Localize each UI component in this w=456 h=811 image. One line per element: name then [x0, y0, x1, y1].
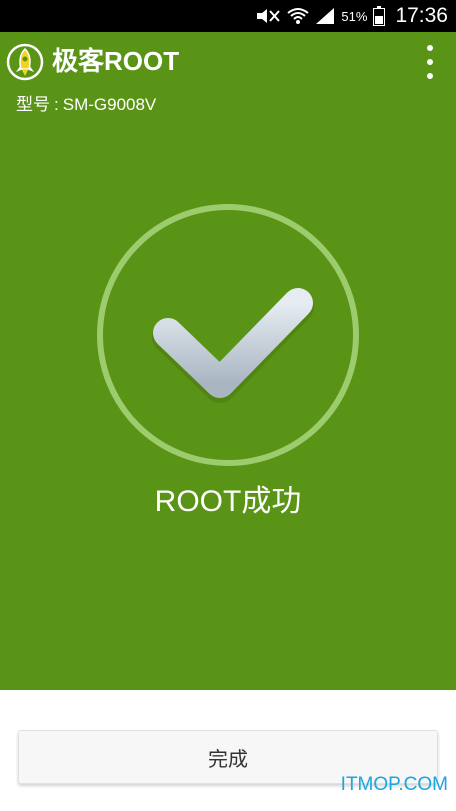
mute-icon [255, 7, 281, 25]
model-label: 型号 [16, 95, 50, 114]
battery-icon [373, 6, 386, 26]
status-bar: 51% 17:36 [0, 0, 456, 32]
battery-percent: 51% [341, 8, 368, 24]
signal-icon [315, 7, 335, 25]
bottom-action-area: 完成 ITMOP.COM [0, 690, 456, 811]
wifi-icon [287, 7, 310, 25]
clock: 17:36 [395, 4, 448, 27]
app-title: 极客ROOT [52, 46, 180, 76]
watermark: ITMOP.COM [340, 774, 448, 795]
model-value: SM-G9008V [62, 95, 157, 114]
root-success-message: ROOT成功 [154, 485, 302, 518]
check-icon [152, 288, 314, 403]
device-model: 型号: SM-G9008V [16, 92, 156, 118]
more-options-button[interactable] [420, 45, 440, 79]
app-header: 极客ROOT [0, 32, 456, 90]
more-vert-icon [427, 45, 433, 51]
root-result-screen: 极客ROOT 型号: SM-G9008V ROOT成功 [0, 32, 456, 690]
rocket-logo-icon [6, 43, 44, 81]
model-separator: : [54, 95, 59, 114]
success-ring [97, 204, 359, 466]
